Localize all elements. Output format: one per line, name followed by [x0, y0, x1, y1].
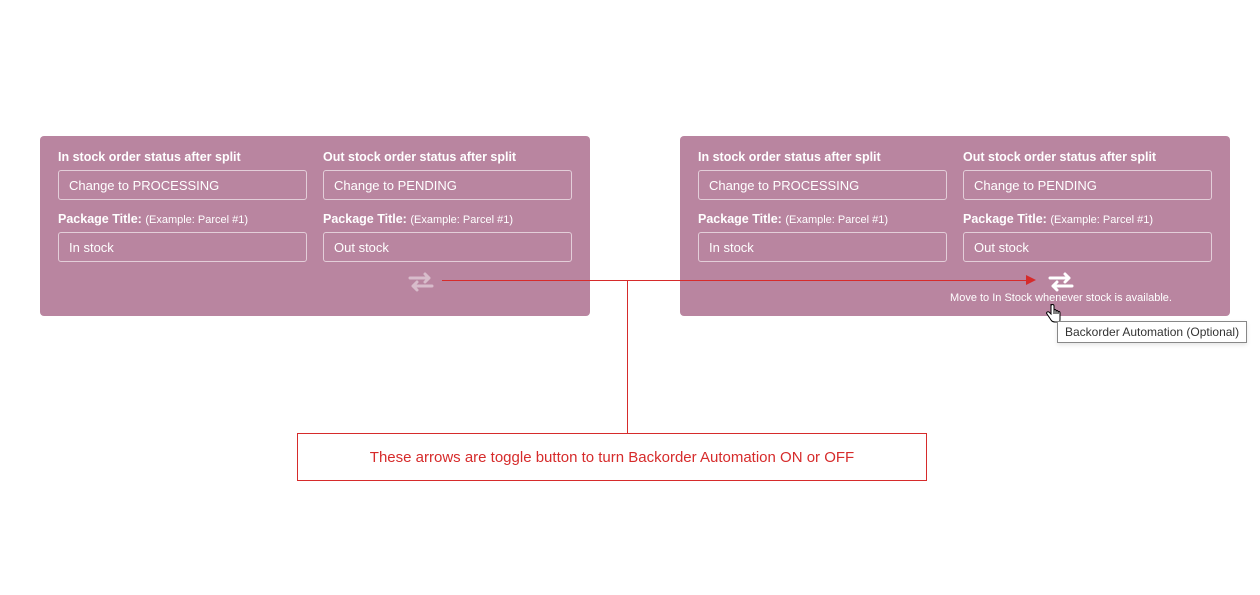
right-in-title-label: Package Title: (Example: Parcel #1) [698, 212, 947, 226]
label-text: Package Title: [323, 212, 407, 226]
label-example: (Example: Parcel #1) [410, 214, 513, 226]
right-out-title-label: Package Title: (Example: Parcel #1) [963, 212, 1212, 226]
label-example: (Example: Parcel #1) [145, 214, 248, 226]
right-panel: In stock order status after split Change… [680, 136, 1230, 316]
right-row-status: In stock order status after split Change… [698, 150, 1212, 200]
backorder-toggle-off[interactable] [407, 271, 435, 296]
backorder-tooltip: Backorder Automation (Optional) [1057, 321, 1247, 343]
right-out-status-select[interactable]: Change to PENDING [963, 170, 1212, 200]
left-in-title-col: Package Title: (Example: Parcel #1) In s… [58, 212, 307, 262]
left-out-title-input[interactable]: Out stock [323, 232, 572, 262]
swap-arrows-icon [407, 271, 435, 293]
left-out-status-col: Out stock order status after split Chang… [323, 150, 572, 200]
left-panel: In stock order status after split Change… [40, 136, 590, 316]
right-out-title-col: Package Title: (Example: Parcel #1) Out … [963, 212, 1212, 262]
label-example: (Example: Parcel #1) [785, 214, 888, 226]
backorder-helper-text: Move to In Stock whenever stock is avail… [950, 292, 1172, 304]
right-in-title-col: Package Title: (Example: Parcel #1) In s… [698, 212, 947, 262]
label-text: Package Title: [698, 212, 782, 226]
right-out-title-input[interactable]: Out stock [963, 232, 1212, 262]
left-in-title-input[interactable]: In stock [58, 232, 307, 262]
swap-arrows-icon [1047, 271, 1075, 293]
left-row-titles: Package Title: (Example: Parcel #1) In s… [58, 212, 572, 262]
right-in-status-select[interactable]: Change to PROCESSING [698, 170, 947, 200]
right-row-titles: Package Title: (Example: Parcel #1) In s… [698, 212, 1212, 262]
left-in-status-select[interactable]: Change to PROCESSING [58, 170, 307, 200]
right-in-title-input[interactable]: In stock [698, 232, 947, 262]
right-in-status-label: In stock order status after split [698, 150, 947, 164]
left-in-status-label: In stock order status after split [58, 150, 307, 164]
left-out-status-label: Out stock order status after split [323, 150, 572, 164]
left-out-title-col: Package Title: (Example: Parcel #1) Out … [323, 212, 572, 262]
label-example: (Example: Parcel #1) [1050, 214, 1153, 226]
right-out-status-label: Out stock order status after split [963, 150, 1212, 164]
right-out-status-col: Out stock order status after split Chang… [963, 150, 1212, 200]
left-row-status: In stock order status after split Change… [58, 150, 572, 200]
annotation-note: These arrows are toggle button to turn B… [297, 433, 927, 481]
annotation-arrowhead-icon [1026, 275, 1036, 285]
annotation-connector [442, 280, 1034, 281]
left-in-status-col: In stock order status after split Change… [58, 150, 307, 200]
label-text: Package Title: [963, 212, 1047, 226]
left-out-title-label: Package Title: (Example: Parcel #1) [323, 212, 572, 226]
label-text: Package Title: [58, 212, 142, 226]
left-in-title-label: Package Title: (Example: Parcel #1) [58, 212, 307, 226]
annotation-connector-vertical [627, 280, 628, 435]
left-out-status-select[interactable]: Change to PENDING [323, 170, 572, 200]
right-in-status-col: In stock order status after split Change… [698, 150, 947, 200]
